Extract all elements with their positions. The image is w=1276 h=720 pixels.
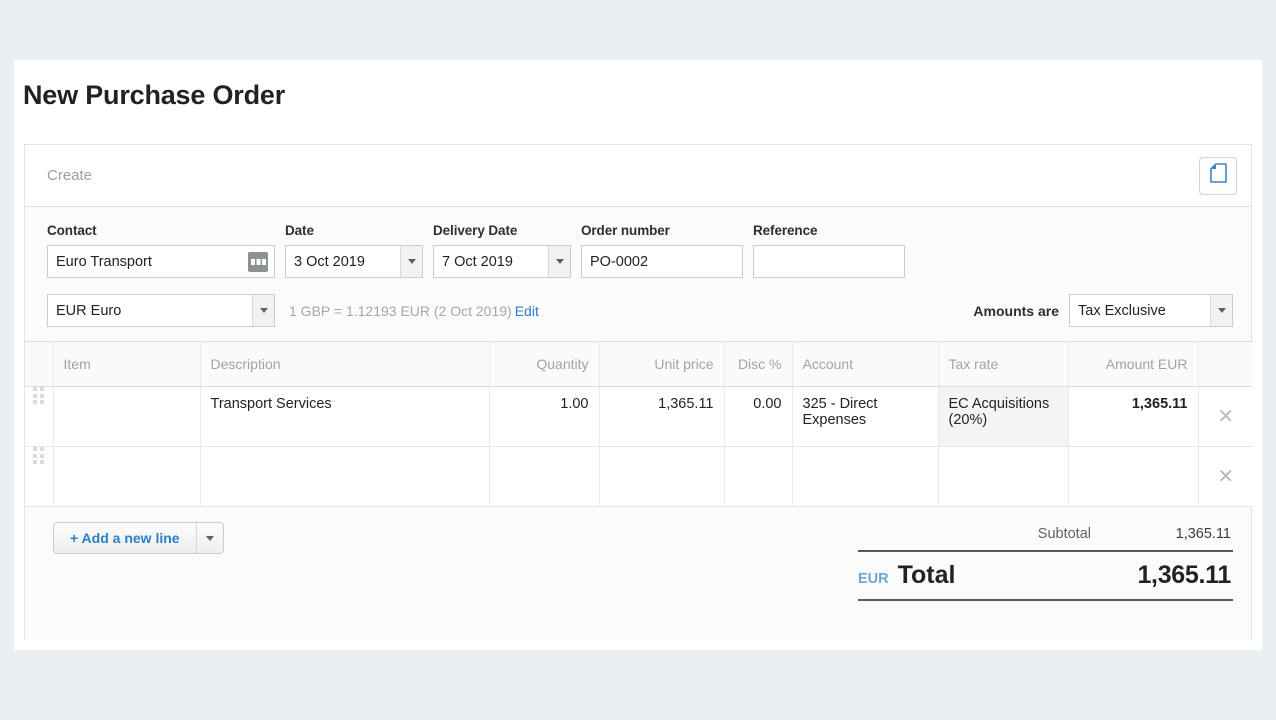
contact-label: Contact (47, 223, 97, 238)
header-remove-column (1198, 341, 1253, 387)
cell-description[interactable]: Transport Services (200, 386, 490, 447)
page-title: New Purchase Order (23, 80, 286, 110)
tax-mode-value: Tax Exclusive (1078, 302, 1166, 319)
drag-handle-icon[interactable] (33, 447, 45, 464)
delivery-date-dropdown-button[interactable] (548, 246, 570, 277)
currency-dropdown-button[interactable] (252, 295, 274, 326)
order-number-label: Order number (581, 223, 670, 238)
header-account[interactable]: Account (792, 341, 939, 387)
cell-account[interactable]: 325 - Direct Expenses (792, 386, 939, 447)
reference-field-group: Reference (753, 223, 905, 278)
cell-quantity[interactable]: 1.00 (489, 386, 600, 447)
chevron-down-icon (205, 535, 214, 541)
contact-field-group: Contact Euro Transport (47, 223, 275, 278)
order-number-input[interactable]: PO-0002 (581, 245, 743, 278)
row-drag-handle-cell (25, 386, 54, 447)
add-new-line-group[interactable]: + Add a new line (53, 522, 224, 554)
chevron-down-icon (1217, 308, 1226, 313)
total-currency-label: EUR (858, 571, 889, 587)
order-number-field-group: Order number PO-0002 (581, 223, 743, 278)
header-tax-rate[interactable]: Tax rate (938, 341, 1069, 387)
subtotal-row: Subtotal 1,365.11 (858, 524, 1233, 550)
cell-unit-price[interactable]: 1,365.11 (599, 386, 725, 447)
currency-value: EUR Euro (56, 302, 122, 319)
header-item[interactable]: Item (53, 341, 201, 387)
cell-amount (1068, 446, 1199, 507)
close-icon[interactable]: ✕ (1217, 406, 1234, 428)
grand-total-row: EUR Total 1,365.11 (858, 550, 1233, 601)
line-items-table: Item Description Quantity Unit price Dis… (25, 341, 1253, 507)
cell-disc[interactable]: 0.00 (724, 386, 793, 447)
drag-handle-icon[interactable] (33, 387, 45, 404)
header-description[interactable]: Description (200, 341, 490, 387)
document-icon (1209, 163, 1227, 188)
add-new-line-button[interactable]: + Add a new line (54, 523, 196, 553)
exchange-rate-text: 1 GBP = 1.12193 EUR (2 Oct 2019) (289, 302, 512, 319)
line-items-body: Transport Services 1.00 1,365.11 0.00 32… (25, 386, 1253, 507)
delivery-date-value: 7 Oct 2019 (442, 253, 513, 270)
table-row: Transport Services 1.00 1,365.11 0.00 32… (25, 386, 1253, 447)
currency-select[interactable]: EUR Euro (47, 294, 275, 327)
cell-account[interactable] (792, 446, 939, 507)
amounts-are-group: Amounts are Tax Exclusive (973, 294, 1233, 327)
purchase-order-form-panel: Create Contact Euro Transport Date 3 Oct… (24, 144, 1253, 640)
header-amount[interactable]: Amount EUR (1068, 341, 1199, 387)
date-dropdown-button[interactable] (400, 246, 422, 277)
amounts-are-label: Amounts are (973, 302, 1059, 319)
cell-tax-rate[interactable] (938, 446, 1069, 507)
contact-picker-icon[interactable] (248, 251, 268, 272)
tax-mode-select[interactable]: Tax Exclusive (1069, 294, 1233, 327)
cell-remove: ✕ (1198, 386, 1253, 447)
date-value: 3 Oct 2019 (294, 253, 365, 270)
content-card: New Purchase Order Create Contact Euro T… (14, 60, 1262, 650)
close-icon[interactable]: ✕ (1217, 466, 1234, 488)
cell-quantity[interactable] (489, 446, 600, 507)
cell-disc[interactable] (724, 446, 793, 507)
contact-input[interactable]: Euro Transport (47, 245, 275, 278)
contact-value: Euro Transport (56, 253, 152, 270)
header-quantity[interactable]: Quantity (489, 341, 600, 387)
total-value: 1,365.11 (1137, 561, 1231, 589)
edit-exchange-rate-link[interactable]: Edit (515, 303, 539, 319)
status-label: Create (47, 167, 93, 184)
subtotal-value: 1,365.11 (1175, 526, 1231, 542)
table-row: ✕ (25, 446, 1253, 507)
order-number-value: PO-0002 (590, 253, 649, 270)
lines-footer: + Add a new line Subtotal 1,365.11 EUR T… (25, 507, 1251, 601)
form-fields-row: Contact Euro Transport Date 3 Oct 2019 D… (25, 207, 1251, 290)
cell-tax-rate[interactable]: EC Acquisitions (20%) (938, 386, 1069, 447)
panel-header: Create (25, 145, 1251, 207)
total-label: Total (897, 561, 956, 589)
row-drag-handle-cell (25, 446, 54, 507)
cell-amount: 1,365.11 (1068, 386, 1199, 447)
cell-description[interactable] (200, 446, 490, 507)
delivery-date-field-group: Delivery Date 7 Oct 2019 (433, 223, 571, 278)
app-root: New Purchase Order Create Contact Euro T… (0, 0, 1276, 720)
totals-panel: Subtotal 1,365.11 EUR Total 1,365.11 (858, 522, 1233, 601)
header-unit-price[interactable]: Unit price (599, 341, 725, 387)
delivery-date-label: Delivery Date (433, 223, 518, 238)
chevron-down-icon (407, 259, 416, 264)
currency-row: EUR Euro 1 GBP = 1.12193 EUR (2 Oct 2019… (25, 290, 1251, 341)
table-header-row: Item Description Quantity Unit price Dis… (25, 341, 1253, 387)
document-icon-button[interactable] (1199, 156, 1237, 195)
chevron-down-icon (259, 308, 268, 313)
cell-item[interactable] (53, 446, 201, 507)
reference-label: Reference (753, 223, 818, 238)
cell-remove: ✕ (1198, 446, 1253, 507)
subtotal-label: Subtotal (1037, 526, 1091, 542)
date-label: Date (285, 223, 314, 238)
date-field-group: Date 3 Oct 2019 (285, 223, 423, 278)
tax-mode-dropdown-button[interactable] (1210, 295, 1232, 326)
chevron-down-icon (555, 259, 564, 264)
cell-unit-price[interactable] (599, 446, 725, 507)
add-new-line-dropdown-button[interactable] (195, 523, 223, 553)
date-input[interactable]: 3 Oct 2019 (285, 245, 423, 278)
exchange-rate-note: 1 GBP = 1.12193 EUR (2 Oct 2019) Edit (289, 303, 539, 319)
cell-item[interactable] (53, 386, 201, 447)
reference-input[interactable] (753, 245, 905, 278)
header-disc[interactable]: Disc % (724, 341, 793, 387)
header-drag-column (25, 341, 54, 387)
delivery-date-input[interactable]: 7 Oct 2019 (433, 245, 571, 278)
